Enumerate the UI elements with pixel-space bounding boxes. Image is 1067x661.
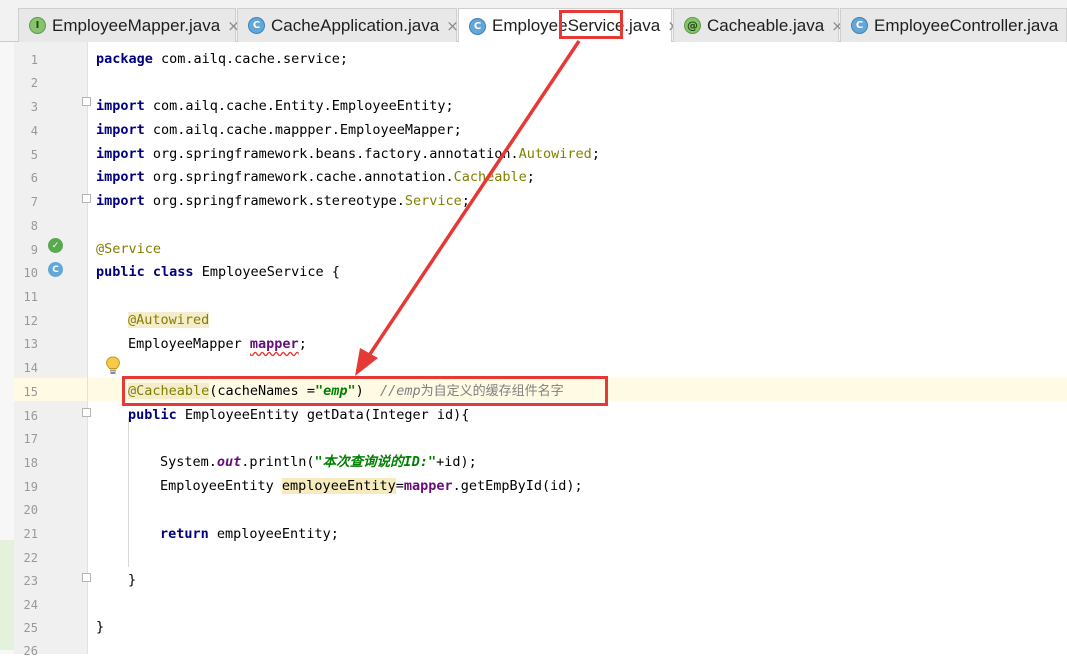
spring-bean-icon[interactable]: ✓: [48, 238, 63, 253]
tab-employee-controller[interactable]: C EmployeeController.java: [840, 8, 1067, 42]
change-marker-strip: [0, 42, 14, 654]
line-number: 20: [23, 503, 38, 517]
class-icon: C: [469, 17, 486, 35]
line-number: 2: [30, 76, 38, 90]
tab-label: CacheApplication.java: [271, 15, 440, 35]
line-number: 18: [23, 456, 38, 470]
fold-marker[interactable]: [82, 408, 91, 417]
code-line-12: @Autowired: [128, 312, 210, 328]
indent-guide: [128, 417, 129, 567]
tab-cacheable[interactable]: @ Cacheable.java ×: [673, 8, 844, 42]
line-number: 24: [23, 598, 38, 612]
code-line-7: import org.springframework.stereotype.Se…: [96, 193, 470, 209]
line-number: 11: [23, 290, 38, 304]
code-line-3: import com.ailq.cache.Entity.EmployeeEnt…: [96, 98, 454, 114]
line-number: 21: [23, 527, 38, 541]
code-editor[interactable]: 1 2 3 4 5 6 7 8 9 10 11 12 13 14 15 16 1…: [0, 42, 1067, 658]
line-number: 15: [23, 385, 38, 399]
tab-employee-mapper[interactable]: I EmployeeMapper.java ×: [18, 8, 240, 42]
fold-marker[interactable]: [82, 194, 91, 203]
code-line-18: System.out.println("本次查询说的ID:"+id);: [160, 454, 477, 470]
line-number: 6: [30, 171, 38, 185]
class-icon: C: [851, 17, 868, 34]
line-number: 3: [30, 100, 38, 114]
code-highlight-box: [122, 376, 608, 406]
spring-app-class-icon: C: [248, 17, 265, 34]
code-line-19: EmployeeEntity employeeEntity=mapper.get…: [160, 478, 583, 494]
code-line-9: @Service: [96, 241, 162, 257]
line-number: 8: [30, 219, 38, 233]
tab-highlight-box: [559, 10, 623, 39]
close-icon[interactable]: ×: [446, 17, 459, 35]
fold-marker[interactable]: [82, 573, 91, 582]
line-number: 26: [23, 644, 38, 658]
interface-icon: I: [29, 17, 46, 34]
line-number: 7: [30, 195, 38, 209]
class-icon[interactable]: C: [48, 262, 63, 277]
tab-label: EmployeeController.java: [874, 15, 1059, 35]
code-line-6: import org.springframework.cache.annotat…: [96, 169, 535, 185]
code-line-13: EmployeeMapper mapper;: [128, 336, 307, 352]
annotation-icon: @: [684, 17, 701, 34]
line-number: 19: [23, 480, 38, 494]
tab-cache-application[interactable]: C CacheApplication.java ×: [237, 8, 459, 42]
line-number: 23: [23, 574, 38, 588]
code-line-5: import org.springframework.beans.factory…: [96, 146, 600, 162]
editor-tab-bar: I EmployeeMapper.java × C CacheApplicati…: [0, 0, 1067, 44]
line-number: 4: [30, 124, 38, 138]
line-number: 13: [23, 337, 38, 351]
line-number: 17: [23, 432, 38, 446]
line-number: 14: [23, 361, 38, 375]
lightbulb-icon[interactable]: [105, 356, 121, 376]
fold-marker[interactable]: [82, 97, 91, 106]
tab-label: EmployeeMapper.java: [52, 15, 221, 35]
line-number: 10: [23, 266, 38, 280]
code-line-21: return employeeEntity;: [160, 526, 339, 542]
tab-label: Cacheable.java: [707, 15, 825, 35]
code-line-25: }: [96, 619, 105, 635]
code-line-1: package com.ailq.cache.service;: [96, 51, 348, 67]
line-number: 12: [23, 314, 38, 328]
code-line-4: import com.ailq.cache.mappper.EmployeeMa…: [96, 122, 462, 138]
line-number: 22: [23, 551, 38, 565]
line-number: 25: [23, 621, 38, 635]
code-line-23: }: [128, 572, 137, 588]
code-line-10: public class EmployeeService {: [96, 264, 340, 280]
line-number: 9: [30, 243, 38, 257]
line-number: 1: [30, 53, 38, 67]
line-number: 5: [30, 148, 38, 162]
code-line-16: public EmployeeEntity getData(Integer id…: [128, 407, 470, 423]
line-number: 16: [23, 409, 38, 423]
